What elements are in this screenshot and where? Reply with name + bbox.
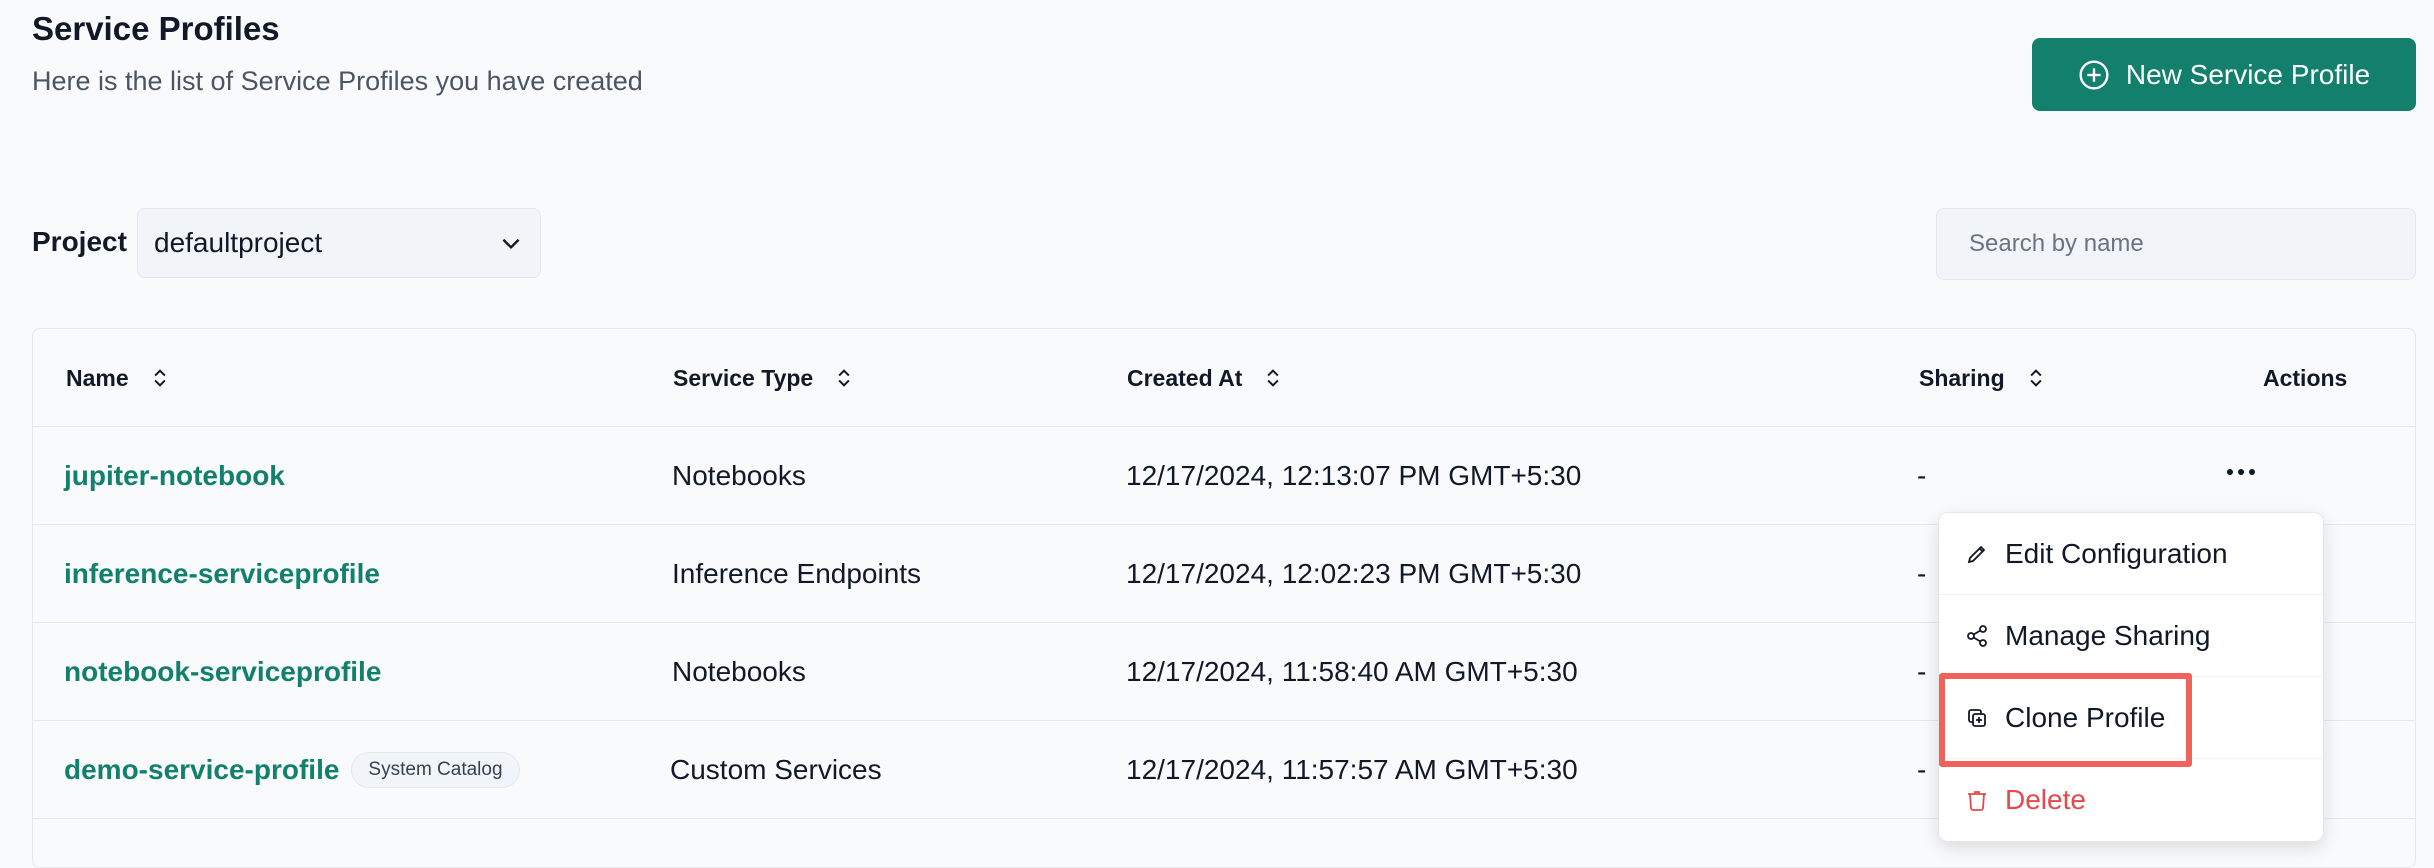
profile-name-link[interactable]: notebook-serviceprofile [64, 623, 381, 721]
page-subtitle: Here is the list of Service Profiles you… [32, 66, 643, 96]
menu-item-delete[interactable]: Delete [1939, 759, 2323, 841]
pencil-icon [1967, 545, 1986, 563]
column-header-name-label: Name [66, 364, 129, 391]
column-header-service-type-label: Service Type [673, 364, 814, 391]
sort-icon [154, 369, 166, 387]
sharing-cell: - [1917, 754, 1927, 785]
created-at-cell: 12/17/2024, 11:58:40 AM GMT+5:30 [1126, 656, 1578, 687]
row-actions-button[interactable] [2213, 447, 2269, 497]
sort-icon [1267, 369, 1280, 387]
column-header-created-at-label: Created At [1127, 364, 1243, 391]
actions-dropdown-menu: Edit Configuration Manage Sharing Clone … [1938, 512, 2324, 842]
menu-item-manage-sharing[interactable]: Manage Sharing [1939, 595, 2323, 677]
column-header-service-type[interactable]: Service Type [673, 329, 853, 427]
menu-item-label: Manage Sharing [2005, 619, 2211, 651]
profile-name-cell: demo-service-profile System Catalog [64, 721, 520, 819]
column-header-sharing[interactable]: Sharing [1919, 329, 2045, 427]
column-header-actions: Actions [2263, 329, 2347, 427]
new-service-profile-label: New Service Profile [2125, 58, 2371, 90]
profile-name-link[interactable]: jupiter-notebook [64, 427, 285, 525]
menu-item-label: Edit Configuration [2005, 537, 2228, 569]
more-dot [2238, 469, 2244, 475]
sharing-cell: - [1917, 460, 1927, 491]
share-icon [1967, 624, 1987, 647]
menu-item-label: Clone Profile [2005, 701, 2166, 733]
profile-name-link[interactable]: demo-service-profile [64, 754, 339, 786]
service-type-cell: Inference Endpoints [672, 558, 922, 589]
table-header: Name Service Type Created At Sharing Act… [33, 329, 2415, 427]
page-title: Service Profiles [32, 10, 280, 47]
created-at-cell: 12/17/2024, 12:02:23 PM GMT+5:30 [1126, 558, 1582, 589]
sharing-cell: - [1917, 656, 1927, 687]
search-input[interactable] [1936, 208, 2416, 280]
column-header-sharing-label: Sharing [1919, 364, 2005, 391]
system-catalog-badge: System Catalog [351, 752, 520, 788]
column-header-actions-label: Actions [2263, 364, 2348, 391]
profile-name-link[interactable]: inference-serviceprofile [64, 525, 380, 623]
project-select-value: defaultproject [154, 227, 323, 258]
sort-icon [838, 369, 850, 387]
trash-icon [1968, 791, 1986, 811]
table-row: jupiter-notebook Notebooks 12/17/2024, 1… [33, 427, 2415, 525]
created-at-cell: 12/17/2024, 11:57:57 AM GMT+5:30 [1126, 754, 1578, 785]
more-dot [2227, 469, 2233, 475]
service-type-cell: Notebooks [672, 656, 806, 687]
column-header-name[interactable]: Name [66, 329, 169, 427]
sharing-cell: - [1917, 558, 1927, 589]
column-header-created-at[interactable]: Created At [1127, 329, 1282, 427]
menu-item-label: Delete [2005, 784, 2086, 815]
copy-icon [1968, 708, 1986, 727]
plus-circle-icon [2079, 59, 2109, 90]
created-at-cell: 12/17/2024, 12:13:07 PM GMT+5:30 [1126, 460, 1582, 491]
menu-item-clone-profile[interactable]: Clone Profile [1939, 677, 2323, 759]
sort-icon [2030, 369, 2042, 387]
chevron-down-icon [502, 238, 520, 250]
project-label: Project [32, 226, 127, 257]
service-type-cell: Custom Services [670, 754, 882, 785]
new-service-profile-button[interactable]: New Service Profile [2032, 38, 2416, 111]
menu-item-edit-configuration[interactable]: Edit Configuration [1939, 513, 2323, 595]
more-dot [2249, 469, 2255, 475]
project-select[interactable]: defaultproject [137, 208, 541, 278]
service-type-cell: Notebooks [672, 460, 806, 491]
